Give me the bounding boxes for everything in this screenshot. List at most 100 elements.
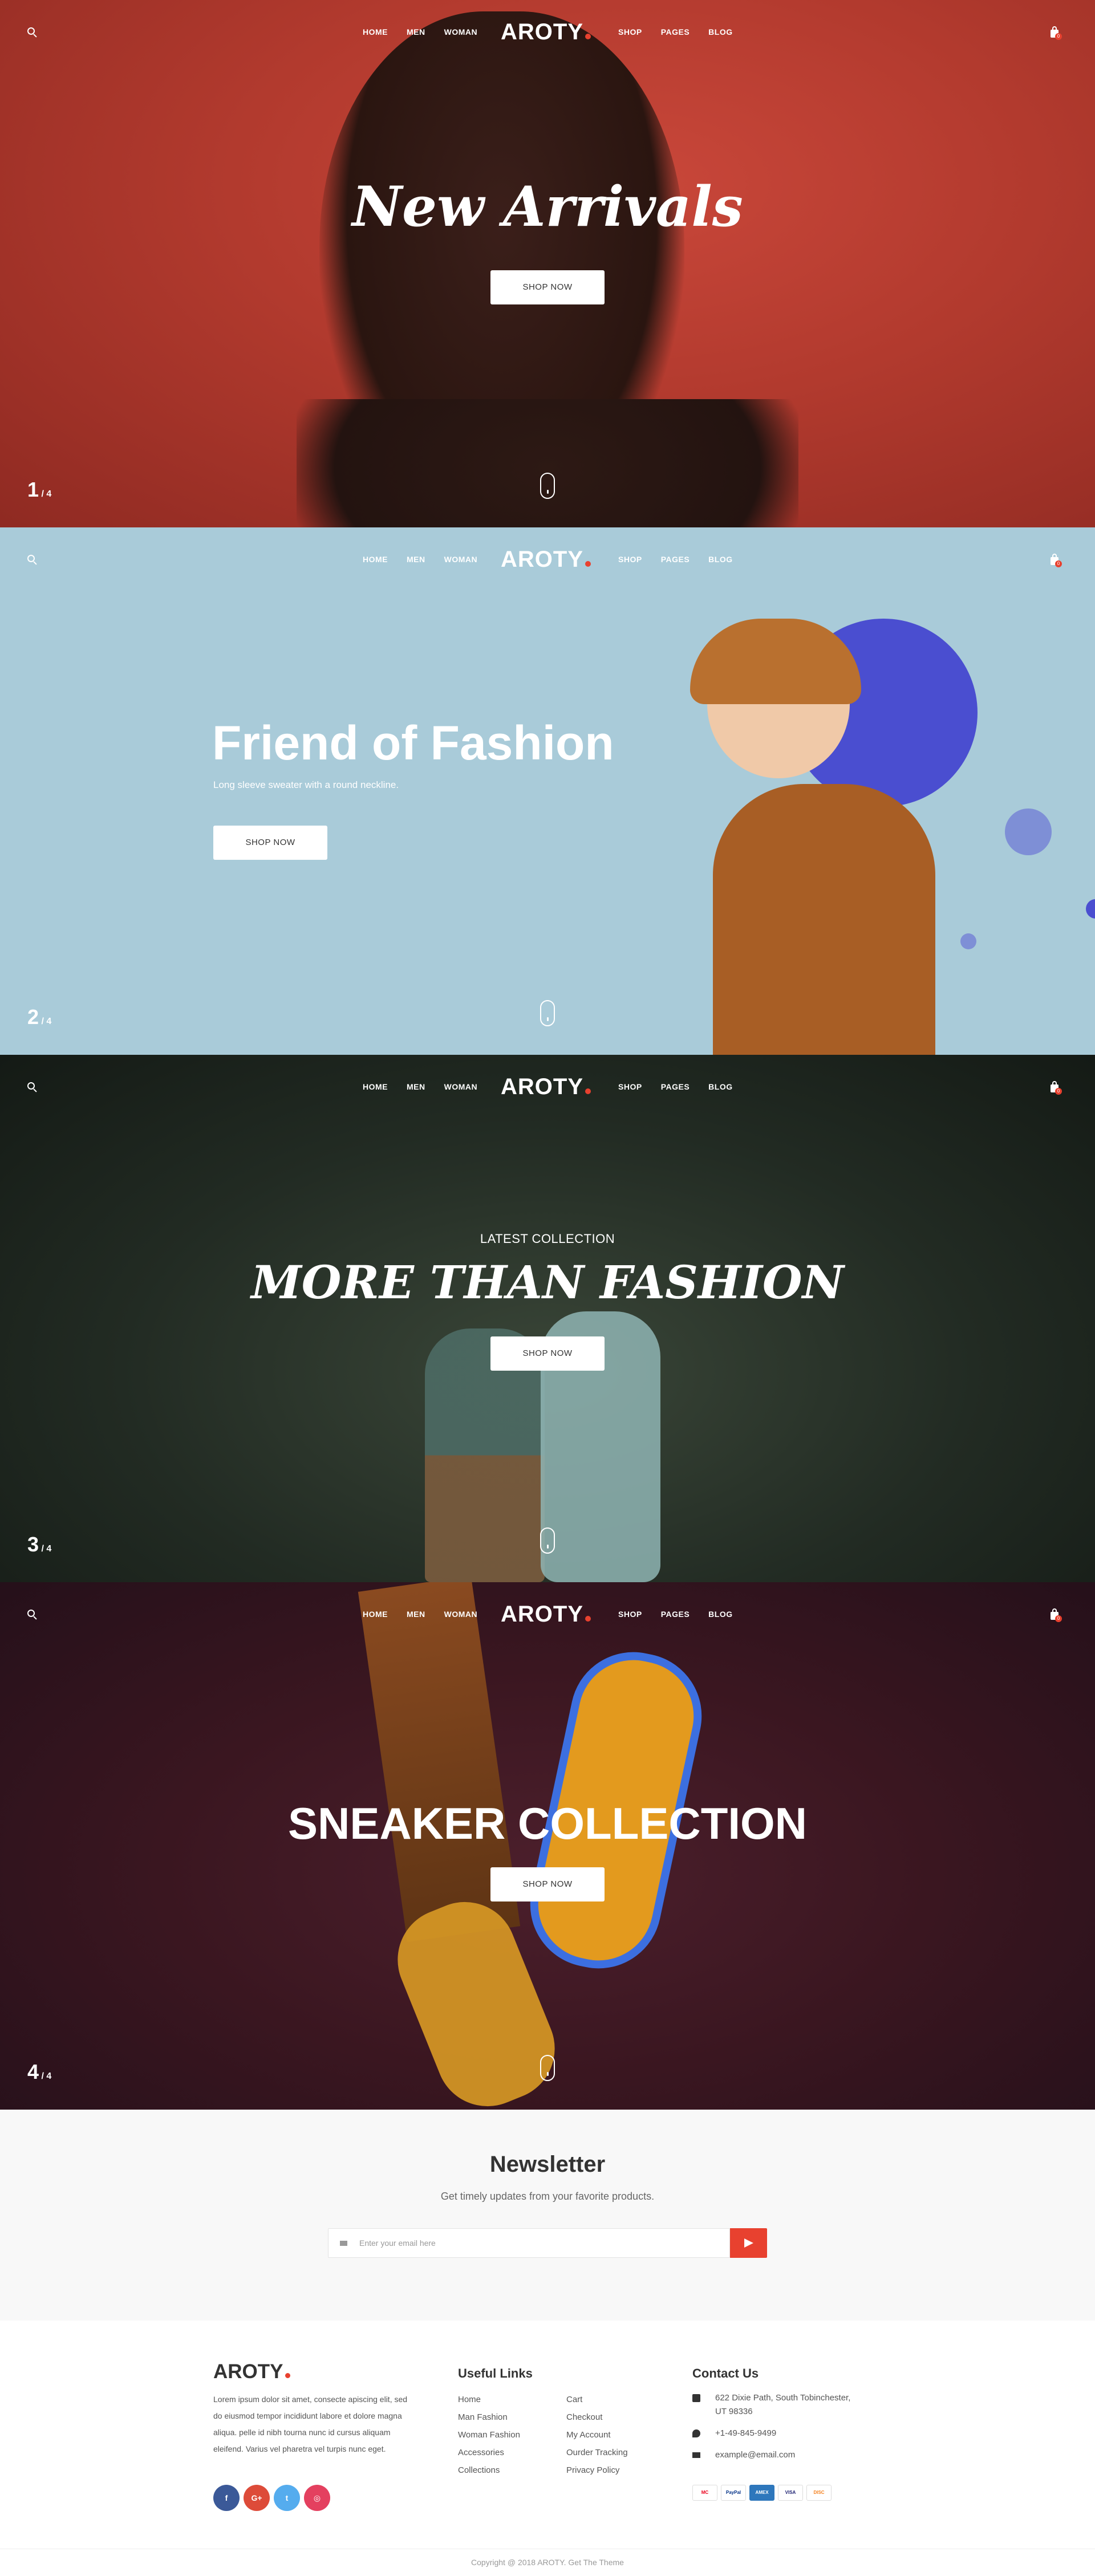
nav-pages[interactable]: PAGES [661, 1610, 690, 1619]
newsletter-section: Newsletter Get timely updates from your … [0, 2110, 1095, 2321]
slide-subtitle: LATEST COLLECTION [480, 1232, 615, 1246]
nav-woman[interactable]: WOMAN [444, 1610, 478, 1619]
scroll-mouse-icon[interactable] [540, 1527, 555, 1554]
slide-counter-total: / 4 [41, 2071, 52, 2081]
nav-men[interactable]: MEN [407, 27, 425, 36]
slide-counter: 1 / 4 [27, 478, 51, 502]
nav-home[interactable]: HOME [363, 1082, 388, 1091]
logo-dot [585, 34, 591, 39]
nav-left: HOME MEN WOMAN [363, 1082, 496, 1091]
nav-right: SHOP PAGES BLOG [618, 1082, 752, 1091]
header: HOME MEN WOMAN AROTY SHOP PAGES BLOG 0 [0, 527, 1095, 596]
logo[interactable]: AROTY [501, 1074, 591, 1100]
slide-title: MORE THAN FASHION [251, 1256, 844, 1309]
nav-home[interactable]: HOME [363, 1610, 388, 1619]
logo[interactable]: AROTY [501, 1602, 591, 1627]
nav-pages[interactable]: PAGES [661, 555, 690, 564]
contact-info: 622 Dixie Path, South Tobinchester, UT 9… [692, 2391, 863, 2470]
footer-link[interactable]: Home [458, 2395, 520, 2412]
logo-dot [585, 1616, 591, 1622]
nav-right: SHOP PAGES BLOG [618, 1610, 752, 1619]
footer-link[interactable]: Cart [566, 2395, 628, 2412]
nav-woman[interactable]: WOMAN [444, 27, 478, 36]
footer-link[interactable]: Checkout [566, 2412, 628, 2430]
slide-counter-current: 1 [27, 478, 39, 501]
useful-links-col2: Cart Checkout My Account Ourder Tracking… [566, 2395, 628, 2483]
search-icon[interactable] [27, 1082, 39, 1094]
phone-text: +1-49-845-9499 [715, 2428, 777, 2438]
footer-link[interactable]: My Account [566, 2430, 628, 2448]
decor-circle [1005, 808, 1052, 855]
decor-circle [1086, 899, 1095, 919]
hero-slide-1: HOME MEN WOMAN AROTY SHOP PAGES BLOG 0 New A… [0, 0, 1095, 527]
nav-men[interactable]: MEN [407, 555, 425, 564]
cart-icon[interactable]: 0 [1049, 26, 1062, 40]
nav-men[interactable]: MEN [407, 1082, 425, 1091]
logo-dot [585, 1088, 591, 1094]
search-icon[interactable] [27, 27, 39, 39]
footer-link[interactable]: Man Fashion [458, 2412, 520, 2430]
nav-home[interactable]: HOME [363, 555, 388, 564]
nav-shop[interactable]: SHOP [618, 1082, 642, 1091]
nav-pages[interactable]: PAGES [661, 1082, 690, 1091]
nav-blog[interactable]: BLOG [708, 1082, 732, 1091]
logo[interactable]: AROTY [501, 19, 591, 45]
facebook-icon[interactable]: f [213, 2485, 240, 2511]
footer-link[interactable]: Woman Fashion [458, 2430, 520, 2448]
shop-now-button[interactable]: SHOP NOW [490, 1867, 605, 1901]
cart-icon[interactable]: 0 [1049, 1081, 1062, 1095]
instagram-icon[interactable]: ◎ [304, 2485, 330, 2511]
mail-icon [340, 2241, 347, 2246]
footer-logo[interactable]: AROTY [213, 2360, 290, 2383]
logo-text: AROTY [501, 547, 583, 572]
footer-link[interactable]: Accessories [458, 2448, 520, 2465]
footer-link[interactable]: Ourder Tracking [566, 2448, 628, 2465]
shop-now-button[interactable]: SHOP NOW [213, 826, 327, 860]
logo-dot [585, 561, 591, 567]
nav-pages[interactable]: PAGES [661, 27, 690, 36]
hero-slide-2: HOME MEN WOMAN AROTY SHOP PAGES BLOG 0 Frien… [0, 527, 1095, 1055]
shop-now-button[interactable]: SHOP NOW [490, 1336, 605, 1371]
cart-icon[interactable]: 0 [1049, 554, 1062, 567]
footer-link[interactable]: Collections [458, 2465, 520, 2483]
slide-counter-current: 2 [27, 1005, 39, 1029]
newsletter-subtitle: Get timely updates from your favorite pr… [440, 2191, 655, 2202]
header: HOME MEN WOMAN AROTY SHOP PAGES BLOG 0 [0, 1055, 1095, 1123]
nav-shop[interactable]: SHOP [618, 555, 642, 564]
nav-blog[interactable]: BLOG [708, 27, 732, 36]
contact-title: Contact Us [692, 2366, 759, 2380]
nav-blog[interactable]: BLOG [708, 1610, 732, 1619]
search-icon[interactable] [27, 555, 39, 566]
nav-shop[interactable]: SHOP [618, 1610, 642, 1619]
amex-icon: AMEX [749, 2485, 774, 2501]
cart-icon[interactable]: 0 [1049, 1608, 1062, 1622]
nav-home[interactable]: HOME [363, 27, 388, 36]
subscribe-button[interactable] [730, 2228, 767, 2258]
footer-link[interactable]: Privacy Policy [566, 2465, 628, 2483]
nav-left: HOME MEN WOMAN [363, 1610, 496, 1619]
slide-counter: 2 / 4 [27, 1005, 51, 1029]
decor-circle [960, 933, 976, 949]
scroll-mouse-icon[interactable] [540, 2055, 555, 2081]
scroll-mouse-icon[interactable] [540, 473, 555, 499]
copyright: Copyright @ 2018 AROTY. Get The Theme [0, 2549, 1095, 2575]
search-icon[interactable] [27, 1610, 39, 1621]
nav-right: SHOP PAGES BLOG [618, 27, 752, 36]
email-input[interactable]: Enter your email here [328, 2228, 730, 2258]
scroll-mouse-icon[interactable] [540, 1000, 555, 1026]
nav-woman[interactable]: WOMAN [444, 1082, 478, 1091]
nav-men[interactable]: MEN [407, 1610, 425, 1619]
nav-woman[interactable]: WOMAN [444, 555, 478, 564]
nav-left: HOME MEN WOMAN [363, 555, 496, 564]
slide-subtitle: Long sleeve sweater with a round necklin… [213, 779, 399, 790]
logo[interactable]: AROTY [501, 547, 591, 572]
nav-left: HOME MEN WOMAN [363, 27, 496, 36]
twitter-icon[interactable]: t [274, 2485, 300, 2511]
google-plus-icon[interactable]: G+ [244, 2485, 270, 2511]
shop-now-button[interactable]: SHOP NOW [490, 270, 605, 304]
logo-dot [285, 2373, 290, 2378]
nav-shop[interactable]: SHOP [618, 27, 642, 36]
model-sweater-image [713, 784, 935, 1055]
nav-blog[interactable]: BLOG [708, 555, 732, 564]
hero-slide-3: HOME MEN WOMAN AROTY SHOP PAGES BLOG 0 LATES… [0, 1055, 1095, 1582]
